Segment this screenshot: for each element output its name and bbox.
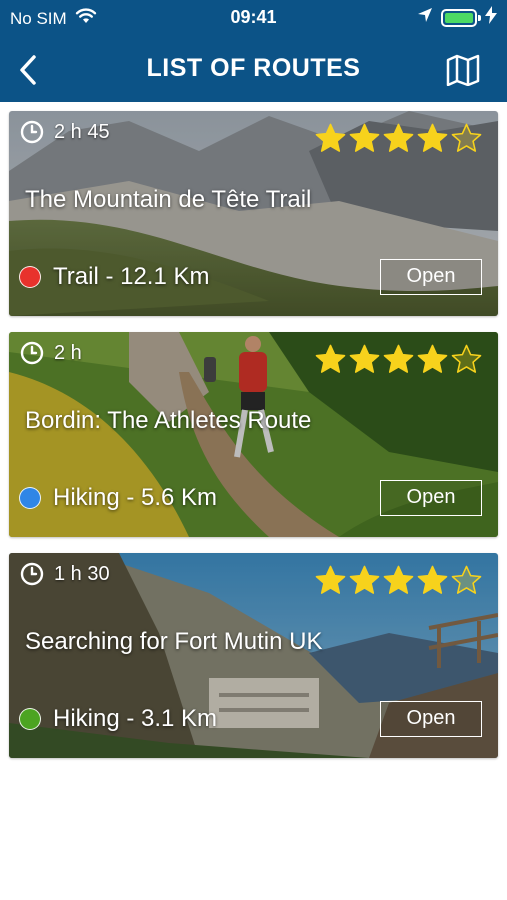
route-type-distance: Trail - 12.1 Km xyxy=(53,263,210,290)
rating-stars xyxy=(315,123,482,158)
header: No SIM 09:41 LIST OF ROUTES xyxy=(0,0,507,102)
duration-text: 2 h xyxy=(54,341,82,364)
clock-icon xyxy=(20,341,44,365)
star-filled-icon xyxy=(315,344,346,379)
status-bar: No SIM 09:41 xyxy=(0,0,507,36)
star-filled-icon xyxy=(315,565,346,600)
route-type-distance: Hiking - 5.6 Km xyxy=(53,484,218,511)
map-button[interactable] xyxy=(443,50,483,90)
route-duration: 1 h 30 xyxy=(20,562,110,586)
route-type-dot xyxy=(19,266,41,288)
open-button[interactable]: Open xyxy=(380,259,482,295)
route-title: The Mountain de Tête Trail xyxy=(25,186,312,213)
star-filled-icon xyxy=(349,344,380,379)
battery-icon xyxy=(441,8,481,27)
star-filled-icon xyxy=(315,123,346,158)
star-filled-icon xyxy=(349,123,380,158)
route-type-dot xyxy=(19,487,41,509)
route-card-2[interactable]: 2 h Bordin: The Athletes Route Hiking - … xyxy=(9,332,498,537)
route-type-dot xyxy=(19,708,41,730)
star-empty-icon xyxy=(451,123,482,158)
rating-stars xyxy=(315,344,482,379)
status-right xyxy=(417,6,497,29)
star-filled-icon xyxy=(417,344,448,379)
open-button[interactable]: Open xyxy=(380,701,482,737)
route-duration: 2 h xyxy=(20,341,82,365)
duration-text: 2 h 45 xyxy=(54,120,110,143)
star-filled-icon xyxy=(349,565,380,600)
star-filled-icon xyxy=(383,565,414,600)
route-card-3[interactable]: 1 h 30 Searching for Fort Mutin UK Hikin… xyxy=(9,553,498,758)
route-info: Hiking - 5.6 Km xyxy=(19,484,217,512)
star-empty-icon xyxy=(451,344,482,379)
star-filled-icon xyxy=(417,565,448,600)
duration-text: 1 h 30 xyxy=(54,562,110,585)
open-button[interactable]: Open xyxy=(380,480,482,516)
rating-stars xyxy=(315,565,482,600)
route-title: Bordin: The Athletes Route xyxy=(25,407,312,434)
route-title: Searching for Fort Mutin UK xyxy=(25,628,323,655)
clock-icon xyxy=(20,562,44,586)
map-icon xyxy=(446,54,480,86)
page-title: LIST OF ROUTES xyxy=(146,54,361,82)
clock-icon xyxy=(20,120,44,144)
route-card-1[interactable]: 2 h 45 The Mountain de Tête Trail Trail … xyxy=(9,111,498,316)
route-type-distance: Hiking - 3.1 Km xyxy=(53,705,218,732)
star-filled-icon xyxy=(383,344,414,379)
star-empty-icon xyxy=(451,565,482,600)
charging-bolt-icon xyxy=(485,6,497,29)
route-info: Trail - 12.1 Km xyxy=(19,263,209,291)
star-filled-icon xyxy=(383,123,414,158)
route-duration: 2 h 45 xyxy=(20,120,110,144)
location-arrow-icon xyxy=(417,7,433,28)
star-filled-icon xyxy=(417,123,448,158)
navigation-bar: LIST OF ROUTES xyxy=(0,40,507,98)
route-info: Hiking - 3.1 Km xyxy=(19,705,217,733)
